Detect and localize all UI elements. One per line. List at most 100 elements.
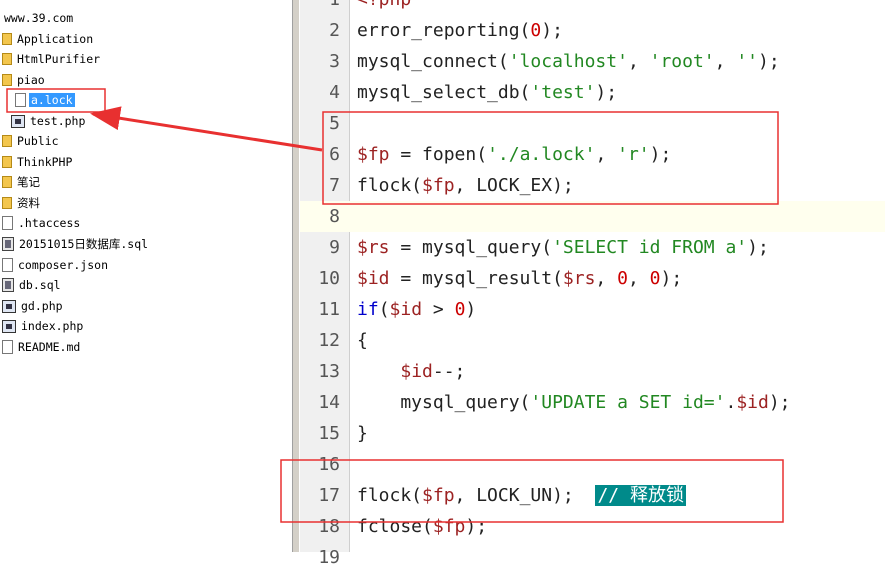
code-token: $id (389, 299, 423, 320)
code-text: $rs = mysql_query('SELECT id FROM a'); (357, 232, 769, 263)
code-token: 0 (649, 268, 661, 289)
code-token: 'localhost' (508, 51, 628, 72)
folder-icon (2, 156, 12, 168)
code-text: flock($fp, LOCK_UN); // 释放锁 (357, 480, 686, 511)
code-text: mysql_connect('localhost', 'root', ''); (357, 46, 780, 77)
code-token: ) (465, 299, 477, 320)
line-number: 16 (318, 454, 340, 475)
code-token: mysql_query( (357, 392, 531, 413)
tree-item[interactable]: README.md (2, 337, 82, 357)
line-number: 9 (329, 237, 340, 258)
code-line: 1 <?php (300, 0, 885, 15)
code-line: 12 { (300, 325, 885, 356)
code-token: mysql_select_db( (357, 82, 531, 103)
code-text: mysql_query('UPDATE a SET id='.$id); (357, 387, 790, 418)
file-icon (2, 216, 13, 230)
code-token: = mysql_query( (389, 237, 553, 258)
folder-icon (2, 197, 12, 209)
tree-item[interactable]: Application (2, 29, 95, 49)
code-token: <?php (357, 0, 411, 10)
code-token: , LOCK_UN); (454, 485, 596, 506)
tree-item-label: gd.php (21, 299, 63, 313)
code-token: 'SELECT id FROM a' (552, 237, 748, 258)
tree-item-label: index.php (21, 319, 84, 333)
code-token: , (714, 51, 737, 72)
line-number: 3 (329, 51, 340, 72)
code-token: $id (357, 268, 390, 289)
tree-item[interactable]: test.php (11, 111, 87, 131)
tree-item[interactable]: composer.json (2, 255, 110, 275)
tree-item-label: www.39.com (4, 11, 74, 25)
tree-item[interactable]: db.sql (2, 275, 63, 295)
line-number: 11 (318, 299, 340, 320)
folder-icon (2, 74, 12, 86)
tree-item[interactable]: 资料 (2, 193, 42, 213)
code-token: flock( (357, 485, 423, 506)
tree-item-label: 20151015日数据库.sql (19, 237, 149, 251)
line-number: 1 (300, 0, 340, 15)
tree-item[interactable]: 20151015日数据库.sql (2, 234, 150, 254)
code-text: $fp = fopen('./a.lock', 'r'); (357, 139, 671, 170)
tree-item[interactable]: Public (2, 131, 61, 151)
code-token: 0 (454, 299, 466, 320)
line-number: 18 (318, 516, 340, 537)
code-token: , LOCK_EX); (454, 175, 574, 196)
code-token: flock( (357, 175, 423, 196)
code-line: 15} (300, 418, 885, 449)
code-line: 7 flock($fp, LOCK_EX); (300, 170, 885, 201)
line-number: 8 (329, 206, 340, 227)
pane-splitter[interactable] (292, 0, 300, 552)
line-number: 10 (318, 268, 340, 289)
code-token: 'test' (530, 82, 596, 103)
tree-item-label: 资料 (17, 196, 40, 210)
tree-item[interactable]: .htaccess (2, 213, 82, 233)
code-token: 'r' (617, 144, 650, 165)
tree-item[interactable]: index.php (2, 316, 85, 336)
code-token: = fopen( (389, 144, 488, 165)
code-token: . (725, 392, 737, 413)
line-number: 14 (318, 392, 340, 413)
line-number: 6 (329, 144, 340, 165)
code-token: = mysql_result( (389, 268, 563, 289)
line-number: 12 (318, 330, 340, 351)
tree-item-label: HtmlPurifier (17, 52, 101, 66)
tree-item[interactable]: ThinkPHP (2, 152, 74, 172)
tree-item-label: README.md (18, 340, 81, 354)
folder-icon (2, 176, 12, 188)
tree-item[interactable]: www.39.com (2, 8, 75, 28)
line-number: 2 (329, 20, 340, 41)
folder-icon (2, 53, 12, 65)
code-token: $rs (357, 237, 390, 258)
code-token: './a.lock' (487, 144, 596, 165)
code-text: $id = mysql_result($rs, 0, 0); (357, 263, 682, 294)
file-icon (2, 340, 13, 354)
code-token: $fp (432, 516, 466, 537)
code-token: fclose( (357, 516, 433, 537)
code-text: <?php (357, 0, 411, 15)
code-token: { (357, 330, 368, 351)
tree-item-label: piao (17, 73, 45, 87)
tree-item[interactable]: piao (2, 70, 47, 90)
code-text: error_reporting(0); (357, 15, 563, 46)
tree-item[interactable]: HtmlPurifier (2, 49, 102, 69)
file-icon (15, 93, 26, 107)
code-token: ( (378, 299, 390, 320)
code-comment: // 释放锁 (595, 485, 686, 506)
code-token: , (627, 268, 650, 289)
tree-item[interactable]: 笔记 (2, 172, 42, 192)
tree-item[interactable]: a.lock (15, 90, 75, 110)
tree-item-label: db.sql (19, 278, 61, 292)
tree-item[interactable]: gd.php (2, 296, 65, 316)
tree-item-label: Public (17, 134, 59, 148)
code-line: 11 if($id > 0) (300, 294, 885, 325)
file-icon (2, 258, 13, 272)
code-token: } (357, 423, 368, 444)
code-text: { (357, 325, 368, 356)
line-number: 19 (318, 547, 340, 568)
code-token: mysql_connect( (357, 51, 509, 72)
code-line: 8 (300, 201, 885, 232)
code-text: if($id > 0) (357, 294, 476, 325)
code-token: $id (736, 392, 769, 413)
code-text: fclose($fp); (357, 511, 487, 542)
code-text: flock($fp, LOCK_EX); (357, 170, 574, 201)
